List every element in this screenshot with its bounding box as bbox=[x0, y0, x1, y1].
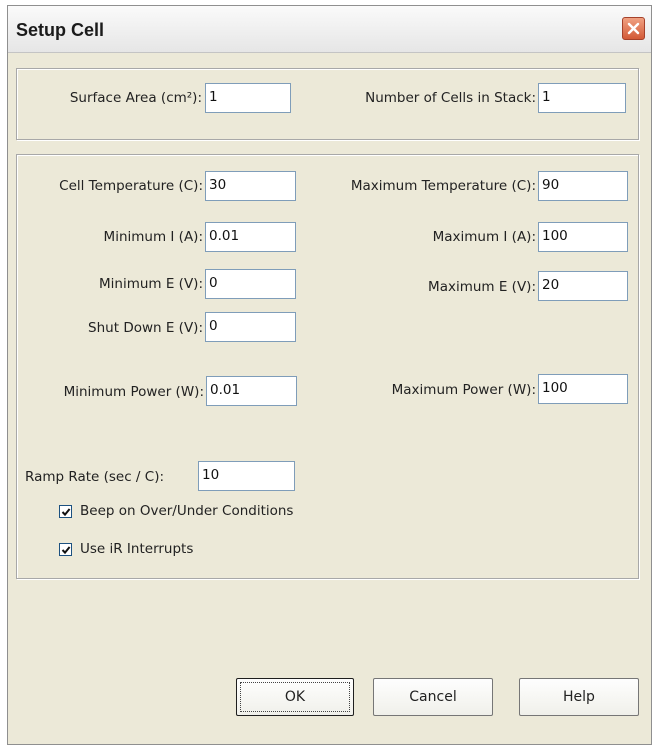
max-current-label: Maximum I (A): bbox=[432, 229, 536, 245]
surface-area-field[interactable]: 1 bbox=[205, 83, 291, 113]
checkmark-icon bbox=[61, 545, 70, 554]
checkmark-icon bbox=[61, 507, 70, 516]
min-power-field[interactable]: 0.01 bbox=[206, 376, 297, 406]
close-button[interactable] bbox=[622, 17, 645, 40]
min-power-label: Minimum Power (W): bbox=[63, 384, 204, 400]
beep-checkbox-label[interactable]: Beep on Over/Under Conditions bbox=[80, 503, 293, 519]
ir-interrupts-checkbox[interactable] bbox=[59, 543, 72, 556]
cell-temperature-label: Cell Temperature (C): bbox=[59, 178, 203, 194]
help-button-label: Help bbox=[563, 689, 595, 705]
min-voltage-label: Minimum E (V): bbox=[99, 276, 203, 292]
beep-checkbox[interactable] bbox=[59, 505, 72, 518]
max-current-field[interactable]: 100 bbox=[538, 222, 628, 252]
focus-ring bbox=[240, 682, 350, 712]
close-icon bbox=[627, 22, 640, 35]
max-temperature-field[interactable]: 90 bbox=[538, 171, 628, 201]
setup-cell-dialog: Setup Cell Surface Area (cm²): 1 Number … bbox=[7, 5, 652, 745]
shutdown-voltage-label: Shut Down E (V): bbox=[88, 320, 203, 336]
title-bar[interactable]: Setup Cell bbox=[8, 6, 651, 53]
shutdown-voltage-field[interactable]: 0 bbox=[205, 312, 296, 342]
window-title: Setup Cell bbox=[16, 20, 105, 40]
max-voltage-field[interactable]: 20 bbox=[538, 271, 628, 301]
min-voltage-field[interactable]: 0 bbox=[205, 269, 296, 299]
cancel-button[interactable]: Cancel bbox=[373, 678, 493, 716]
cell-temperature-field[interactable]: 30 bbox=[205, 171, 296, 201]
num-cells-label: Number of Cells in Stack: bbox=[365, 90, 536, 106]
max-power-field[interactable]: 100 bbox=[538, 374, 628, 404]
min-current-label: Minimum I (A): bbox=[103, 229, 203, 245]
max-power-label: Maximum Power (W): bbox=[391, 382, 536, 398]
ok-button[interactable]: OK bbox=[236, 678, 354, 716]
surface-area-label: Surface Area (cm²): bbox=[69, 90, 202, 106]
min-current-field[interactable]: 0.01 bbox=[205, 222, 296, 252]
max-voltage-label: Maximum E (V): bbox=[428, 279, 536, 295]
num-cells-field[interactable]: 1 bbox=[538, 83, 626, 113]
ramp-rate-label: Ramp Rate (sec / C): bbox=[25, 469, 165, 485]
cancel-button-label: Cancel bbox=[409, 689, 457, 705]
help-button[interactable]: Help bbox=[519, 678, 639, 716]
max-temperature-label: Maximum Temperature (C): bbox=[350, 178, 536, 194]
ramp-rate-field[interactable]: 10 bbox=[198, 461, 295, 491]
ir-interrupts-checkbox-label[interactable]: Use iR Interrupts bbox=[80, 541, 193, 557]
